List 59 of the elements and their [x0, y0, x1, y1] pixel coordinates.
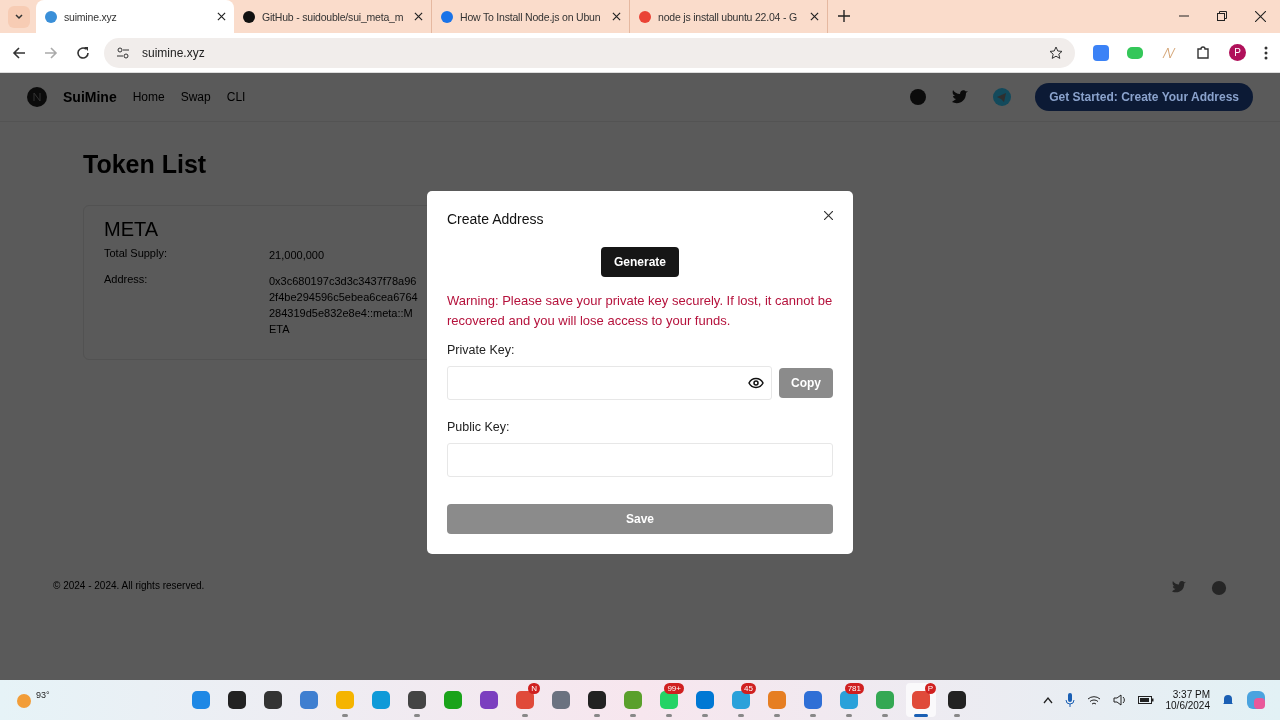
new-tab-icon[interactable] — [838, 10, 850, 22]
temperature: 93° — [36, 690, 50, 700]
close-icon[interactable] — [217, 12, 226, 21]
field-label: Public Key: — [447, 420, 511, 434]
public-key-field[interactable] — [447, 443, 833, 477]
chevron-up-icon[interactable] — [1042, 696, 1053, 704]
warning-text: Warning: Please save your private key securely. If lost, it cannot be recovered and you will lose access to your funds. — [447, 292, 833, 330]
logo-icon — [27, 87, 47, 107]
create-address-button[interactable]: Get Started: Create Your Address — [1035, 83, 1253, 111]
token-name: META — [104, 218, 159, 241]
eye-icon[interactable] — [748, 377, 764, 389]
back-icon[interactable] — [12, 45, 26, 60]
page-title: Token List — [83, 150, 208, 179]
caret-icon — [14, 12, 24, 22]
menu-icon[interactable] — [1264, 45, 1268, 60]
copy-button[interactable]: Copy — [779, 368, 833, 398]
close-icon[interactable] — [414, 12, 423, 21]
reload-icon[interactable] — [76, 45, 90, 60]
taskbar-app-icon[interactable]: P — [906, 683, 936, 717]
clock[interactable]: 3:37 PM 10/6/2024 — [1165, 689, 1210, 711]
microphone-icon[interactable] — [1064, 693, 1075, 707]
extension-icon[interactable] — [1127, 44, 1143, 61]
site-icon — [638, 9, 652, 24]
address-bar[interactable]: suimine.xyz — [104, 37, 1075, 68]
save-button[interactable]: Save — [447, 504, 833, 534]
copyright-text: © 2024 - 2024. All rights reserved. — [53, 580, 205, 591]
twitter-icon[interactable] — [951, 89, 970, 105]
restore-icon[interactable] — [1217, 11, 1227, 21]
wifi-icon[interactable] — [1086, 694, 1101, 706]
bell-icon[interactable] — [1222, 693, 1234, 707]
close-icon[interactable] — [810, 12, 819, 21]
field-label: Private Key: — [447, 343, 516, 357]
twitter-icon[interactable] — [1171, 580, 1187, 594]
copilot-icon[interactable] — [1246, 690, 1266, 710]
nav-link[interactable]: Home — [132, 90, 165, 104]
speaker-icon[interactable] — [1112, 694, 1126, 706]
field-value: 21,000,000 — [269, 248, 326, 263]
nav-link[interactable]: CLI — [226, 90, 246, 104]
site-icon — [440, 9, 454, 24]
site-icon — [242, 9, 256, 24]
extension-icon[interactable] — [1093, 44, 1109, 61]
brand-name[interactable]: SuiMine — [63, 89, 117, 105]
close-icon[interactable] — [612, 12, 621, 21]
close-icon[interactable] — [1255, 11, 1266, 22]
forward-icon[interactable] — [44, 45, 58, 60]
tab-search-button[interactable] — [8, 6, 30, 28]
close-icon[interactable] — [824, 211, 833, 220]
puzzle-icon[interactable] — [1195, 44, 1211, 61]
site-icon — [44, 9, 58, 24]
field-value: 0x3c680197c3d3c3437f78a962f4be294596c5ebea6cea6764284319d5e832e8e4::meta::META — [269, 274, 419, 337]
field-label: Total Supply: — [104, 247, 168, 261]
browser-tab[interactable]: suimine.xyz — [36, 0, 234, 33]
profile-avatar[interactable]: P — [1229, 44, 1246, 61]
battery-icon[interactable] — [1137, 695, 1154, 705]
private-key-field[interactable] — [447, 366, 772, 400]
field-label: Address: — [104, 273, 149, 287]
generate-button[interactable]: Generate — [601, 247, 679, 277]
nav-link[interactable]: Swap — [180, 90, 211, 104]
dialog-title: Create Address — [447, 211, 544, 227]
